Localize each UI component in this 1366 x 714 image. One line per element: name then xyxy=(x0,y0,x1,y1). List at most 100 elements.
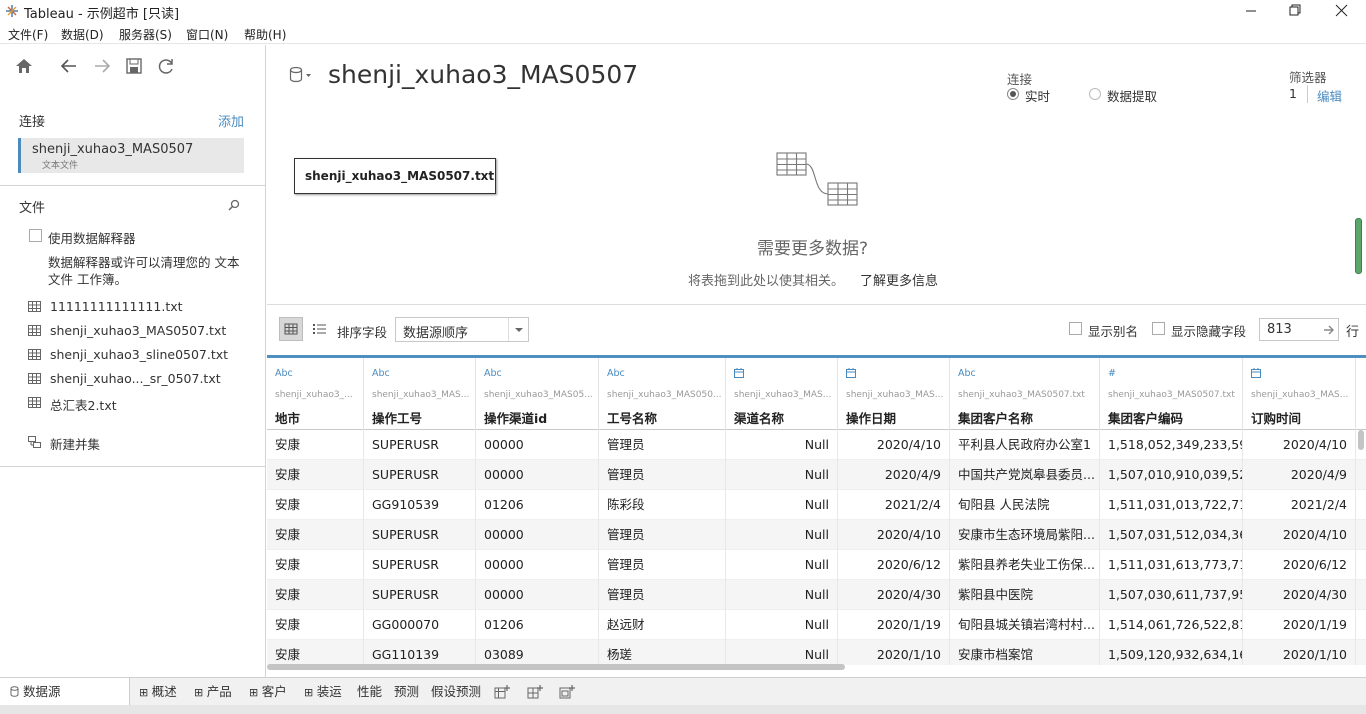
table-cell: 1,518,052,349,233,599 xyxy=(1100,430,1243,460)
column-source: shenji_xuhao3_MAS... xyxy=(1251,390,1349,400)
drag-hint-text: 将表拖到此处以使其相关。 xyxy=(688,274,845,289)
learn-more-link[interactable]: 了解更多信息 xyxy=(860,270,938,289)
restore-button[interactable] xyxy=(1272,0,1318,22)
column-header[interactable]: Abc shenji_xuhao3_MAS... 操作工号 xyxy=(364,358,476,430)
tab-whatif-forecast[interactable]: 假设预测 xyxy=(431,678,481,706)
new-union-item[interactable]: 新建并集 xyxy=(28,432,258,452)
table-cell: 01206 xyxy=(476,490,599,520)
tab-shipping[interactable]: ⊞ 装运 xyxy=(304,678,342,706)
table-cell: 2020/4/10 xyxy=(838,520,950,550)
show-hidden-checkbox[interactable] xyxy=(1152,322,1165,335)
tab-product[interactable]: ⊞ 产品 xyxy=(194,678,232,706)
tab-performance[interactable]: 性能 xyxy=(357,678,382,706)
home-icon[interactable] xyxy=(13,55,35,77)
number-type-icon[interactable]: # xyxy=(1108,368,1116,379)
table-cell: Null xyxy=(726,610,838,640)
column-header[interactable]: shenji_xuhao3_MAS... 渠道名称 xyxy=(726,358,838,430)
tab-customer[interactable]: ⊞ 客户 xyxy=(249,678,287,706)
calendar-icon[interactable] xyxy=(734,368,744,378)
table-cell: SUPERUSR xyxy=(364,550,476,580)
file-item[interactable]: shenji_xuhao3_MAS0507.txt xyxy=(28,321,258,341)
grid-view-icon[interactable] xyxy=(279,317,303,341)
interpreter-checkbox[interactable] xyxy=(29,229,42,242)
tab-label: 数据源 xyxy=(23,684,61,699)
column-header[interactable]: shenji_xuhao3_MAS... 操作日期 xyxy=(838,358,950,430)
string-type-icon[interactable]: Abc xyxy=(958,368,976,379)
sort-select[interactable]: 数据源顺序 xyxy=(395,317,529,342)
live-radio[interactable] xyxy=(1007,88,1019,100)
minimize-button[interactable] xyxy=(1228,0,1274,22)
menu-window[interactable]: 窗口(N) xyxy=(186,26,228,43)
search-icon[interactable] xyxy=(227,198,241,212)
file-item[interactable]: 11111111111111.txt xyxy=(28,297,258,317)
tab-label: 性能 xyxy=(357,684,383,699)
menu-server[interactable]: 服务器(S) xyxy=(119,26,172,43)
string-type-icon[interactable]: Abc xyxy=(372,368,390,379)
string-type-icon[interactable]: Abc xyxy=(484,368,502,379)
vertical-scrollbar[interactable] xyxy=(1358,430,1364,450)
sheet-icon: ⊞ xyxy=(304,686,317,699)
save-icon[interactable] xyxy=(123,55,145,77)
new-union-label: 新建并集 xyxy=(50,437,101,452)
column-header[interactable]: shenji_xuhao3_MAS... 订购时间 xyxy=(1243,358,1356,430)
table-row: 安康 GG110139 03089 杨瑳 Null 2020/1/10 安康市档案馆 1,50… xyxy=(267,640,1366,665)
table-box[interactable]: shenji_xuhao3_MAS0507.txt xyxy=(294,158,496,194)
rows-input[interactable]: 813 xyxy=(1259,318,1339,341)
column-header[interactable]: # shenji_xuhao3_MAS0507.txt 集团客户编码 xyxy=(1100,358,1243,430)
close-button[interactable] xyxy=(1318,0,1364,22)
show-alias-checkbox[interactable] xyxy=(1069,322,1082,335)
string-type-icon[interactable]: Abc xyxy=(607,368,625,379)
split-divider[interactable] xyxy=(267,304,1366,305)
refresh-icon[interactable] xyxy=(155,55,177,77)
menu-data[interactable]: 数据(D) xyxy=(61,26,104,43)
column-header[interactable]: Abc shenji_xuhao3_... 地市 xyxy=(267,358,364,430)
table-cell: 旬阳县 人民法院 xyxy=(950,490,1100,520)
table-cell: 安康 xyxy=(267,520,364,550)
table-cell: Null xyxy=(726,460,838,490)
calendar-icon[interactable] xyxy=(1251,368,1261,378)
menu-file[interactable]: 文件(F) xyxy=(8,26,48,43)
calendar-icon[interactable] xyxy=(846,368,856,378)
table-cell: 2020/4/30 xyxy=(1243,580,1356,610)
column-header[interactable]: Abc shenji_xuhao3_MAS05... 操作渠道id xyxy=(476,358,599,430)
table-cell: 2020/4/10 xyxy=(1243,520,1356,550)
column-source: shenji_xuhao3_MAS0507.txt xyxy=(958,390,1085,400)
arrow-right-icon[interactable] xyxy=(1322,323,1336,337)
file-name: 总汇表2.txt xyxy=(50,398,117,413)
table-cell: 1,511,031,613,773,718 xyxy=(1100,550,1243,580)
table-row: 安康 GG000070 01206 赵远财 Null 2020/1/19 旬阳县城关镇岩湾村… xyxy=(267,610,1366,640)
edit-filters-link[interactable]: 编辑 xyxy=(1317,86,1342,105)
sheet-icon: ⊞ xyxy=(194,686,207,699)
table-cell: 2020/4/9 xyxy=(838,460,950,490)
table-cell: 2020/4/10 xyxy=(1243,430,1356,460)
connection-item[interactable]: shenji_xuhao3_MAS0507 文本文件 xyxy=(18,138,244,173)
table-icon xyxy=(28,349,41,360)
table-cell: Null xyxy=(726,520,838,550)
database-icon[interactable] xyxy=(288,66,312,84)
extract-radio[interactable] xyxy=(1089,88,1101,100)
table-icon xyxy=(28,325,41,336)
file-item[interactable]: 总汇表2.txt xyxy=(28,393,258,413)
column-header[interactable]: Abc shenji_xuhao3_MAS0507.txt 集团客户名称 xyxy=(950,358,1100,430)
table-cell: 紫阳县养老失业工伤保... xyxy=(950,550,1100,580)
file-item[interactable]: shenji_xuhao3_sline0507.txt xyxy=(28,345,258,365)
window-title: Tableau - 示例超市 [只读] xyxy=(24,7,180,22)
table-cell: 03089 xyxy=(476,640,599,665)
column-header[interactable]: Abc shenji_xuhao3_MAS050... 工号名称 xyxy=(599,358,726,430)
add-connection-link[interactable]: 添加 xyxy=(218,111,244,130)
show-alias-label: 显示别名 xyxy=(1088,324,1139,339)
menu-help[interactable]: 帮助(H) xyxy=(244,26,286,43)
need-more-data-text: 需要更多数据? xyxy=(757,239,869,259)
tab-forecast[interactable]: 预测 xyxy=(394,678,419,706)
file-item[interactable]: shenji_xuhao..._sr_0507.txt xyxy=(28,369,258,389)
datasource-name[interactable]: shenji_xuhao3_MAS0507 xyxy=(328,60,638,89)
forward-icon[interactable] xyxy=(91,55,113,77)
tab-datasource[interactable]: 数据源 xyxy=(0,678,130,706)
scroll-indicator[interactable] xyxy=(1355,218,1362,274)
string-type-icon[interactable]: Abc xyxy=(275,368,293,379)
table-cell: 1,507,031,512,034,367 xyxy=(1100,520,1243,550)
horizontal-scrollbar[interactable] xyxy=(267,664,845,670)
tab-overview[interactable]: ⊞ 概述 xyxy=(139,678,177,706)
back-icon[interactable] xyxy=(58,55,80,77)
list-view-icon[interactable] xyxy=(307,317,331,341)
